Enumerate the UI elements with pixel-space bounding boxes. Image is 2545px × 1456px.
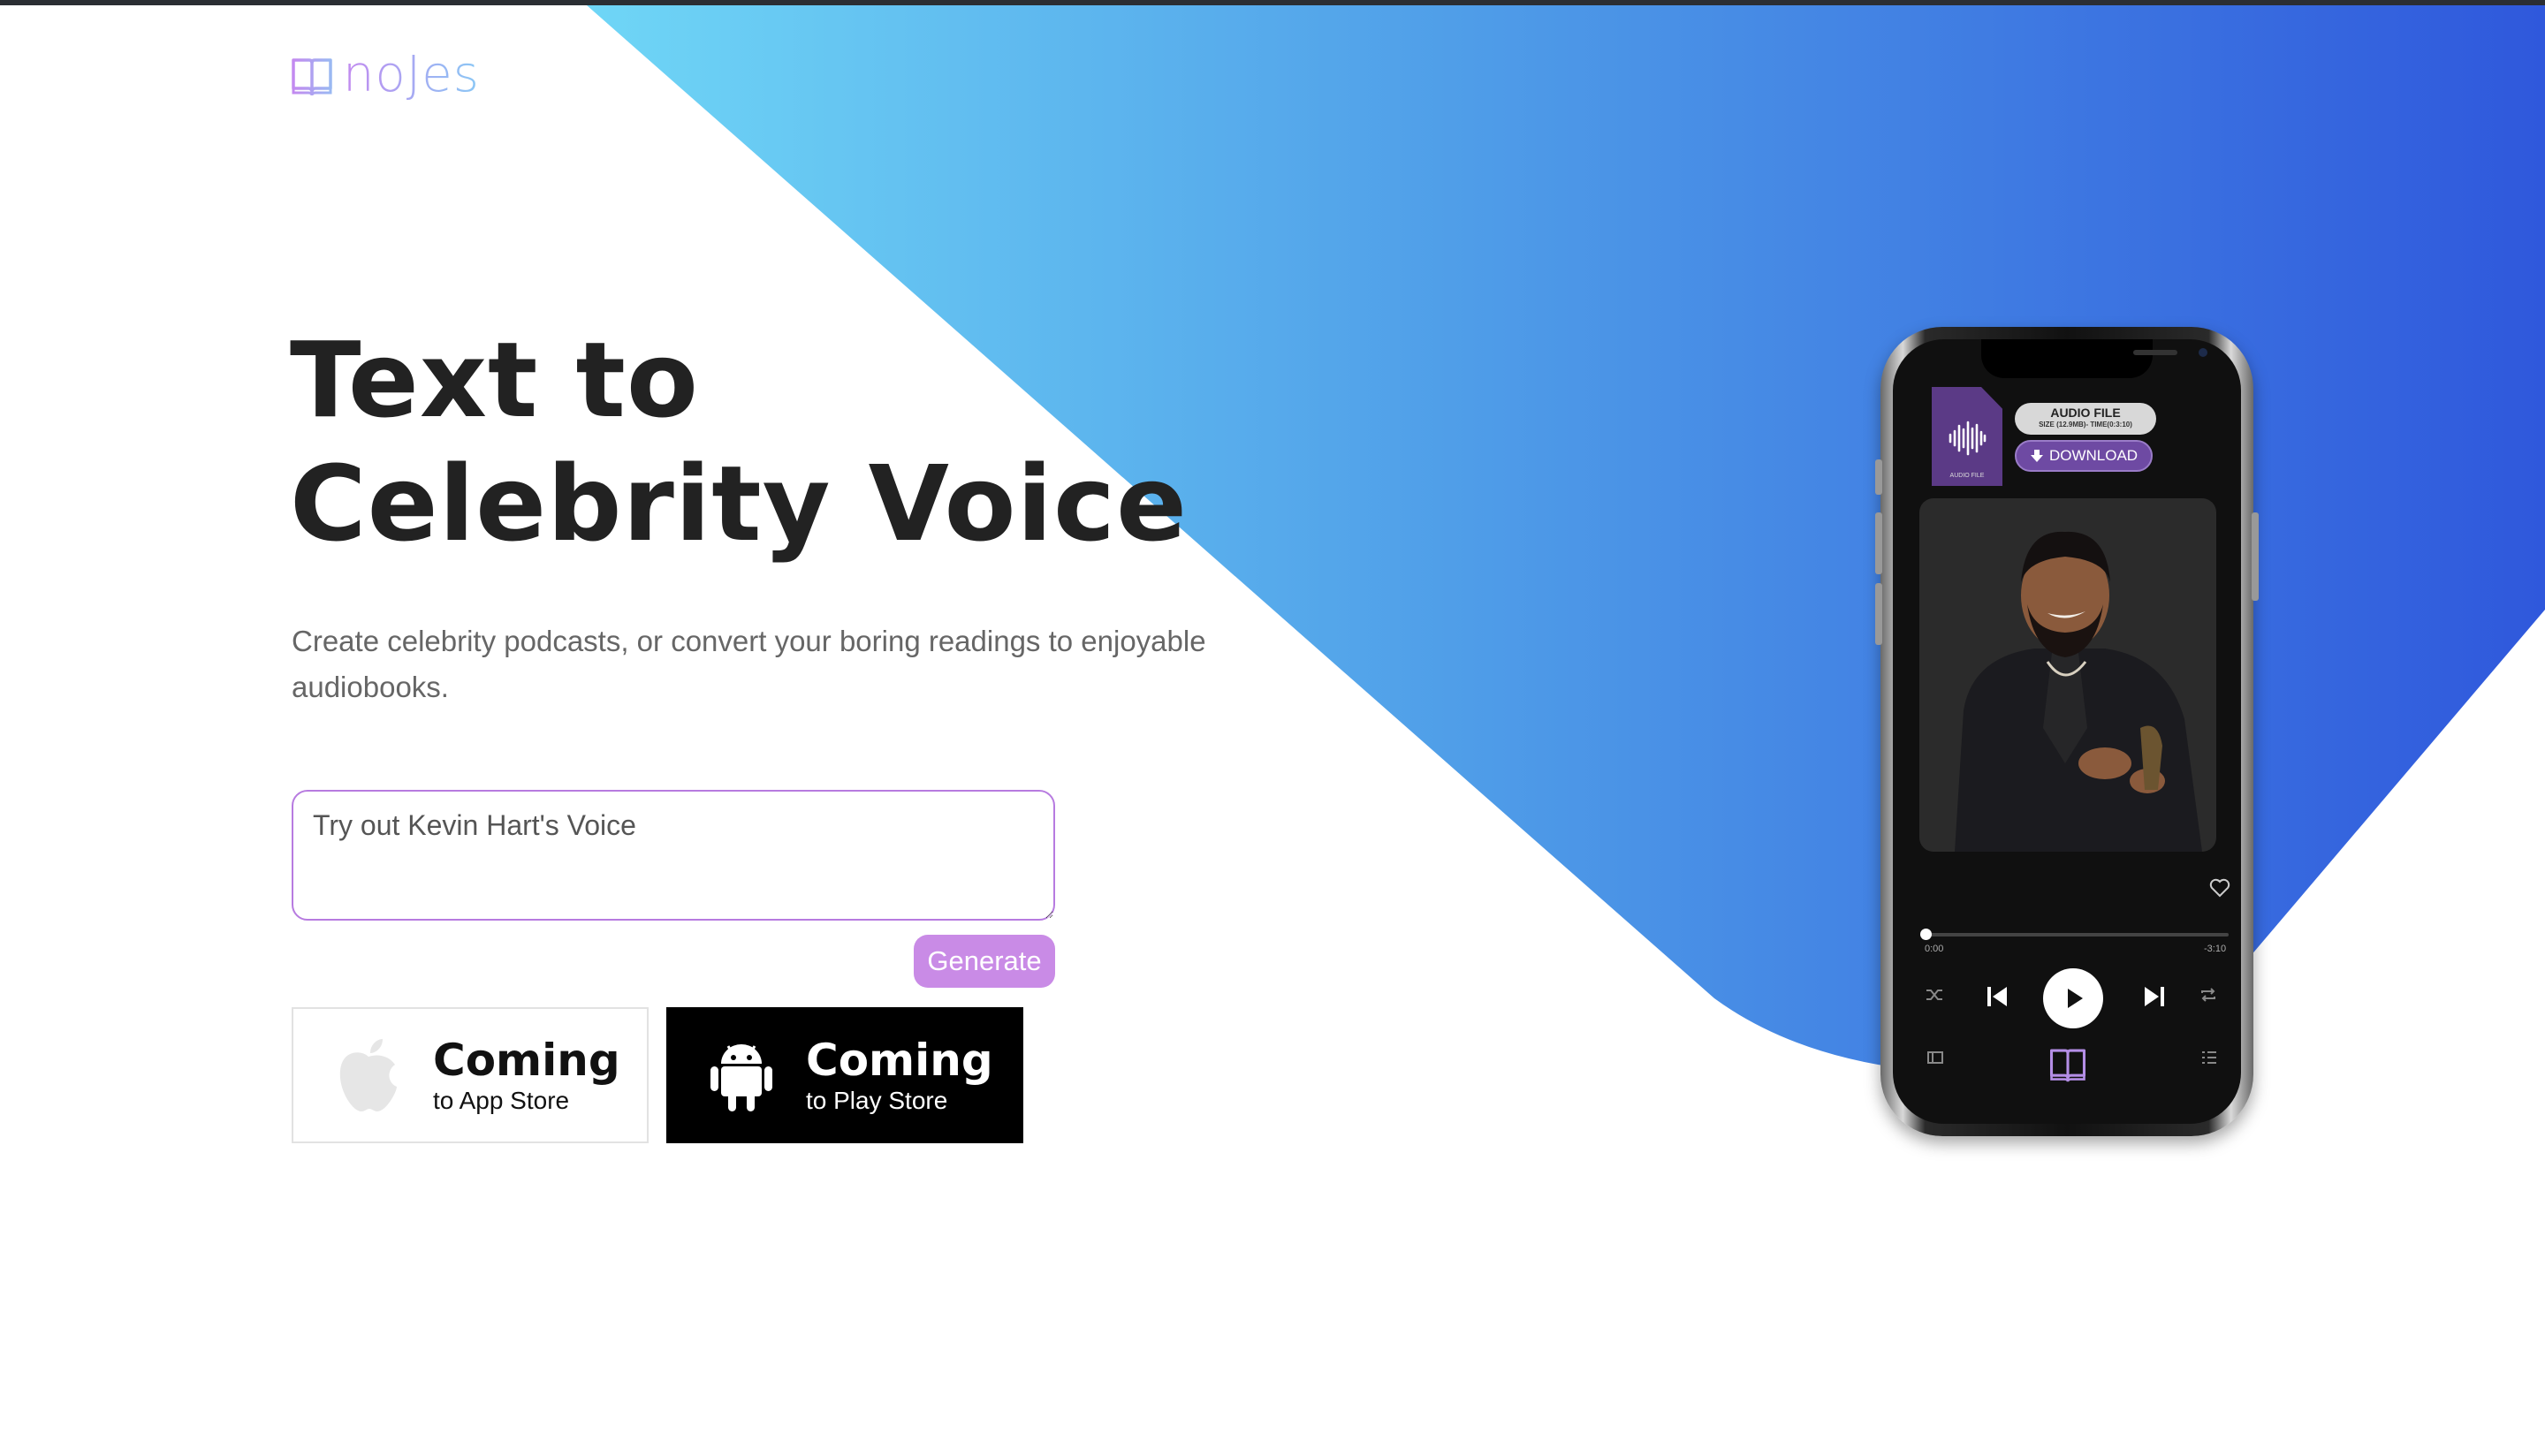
heart-icon[interactable] (2209, 878, 2230, 898)
app-store-heading: Coming (433, 1035, 620, 1086)
audio-meta: SIZE (12.9MB)- TIME(0:3:10) (2039, 421, 2132, 428)
open-book-icon (292, 57, 332, 95)
book-icon[interactable] (2048, 1044, 2087, 1083)
hero-title-line-1: Text to (290, 319, 699, 441)
audio-title: AUDIO FILE (2050, 406, 2121, 420)
android-icon (693, 1037, 790, 1113)
hero-title-line-2: Celebrity Voice (290, 443, 1188, 565)
file-caption: AUDIO FILE (1949, 473, 1985, 479)
play-store-sub: to Play Store (806, 1087, 948, 1114)
hero-subtitle: Create celebrity podcasts, or convert yo… (292, 625, 1206, 703)
shuffle-icon[interactable] (1925, 986, 1944, 1004)
audio-info-pill: AUDIO FILE SIZE (12.9MB)- TIME(0:3:10) (2015, 403, 2156, 435)
next-icon[interactable] (2142, 984, 2167, 1009)
browser-top-edge (0, 0, 2545, 5)
phone-screen: AUDIO FILE AUDIO FILE SIZE (12.9MB)- TIM… (1893, 339, 2241, 1124)
phone-volume-down (1875, 583, 1882, 645)
download-label: DOWNLOAD (2048, 447, 2139, 464)
play-store-badge[interactable]: Coming to Play Store (666, 1007, 1023, 1143)
voice-text-input[interactable] (292, 790, 1055, 921)
celebrity-artwork (1919, 498, 2216, 852)
phone-mute-switch (1875, 459, 1882, 495)
time-remaining: -3:10 (2204, 944, 2227, 954)
play-store-heading: Coming (806, 1035, 993, 1086)
previous-icon[interactable] (1985, 984, 2009, 1009)
phone-power-button (2252, 512, 2259, 601)
brand-logo[interactable]: noJes (290, 46, 480, 103)
app-store-sub: to App Store (433, 1087, 570, 1114)
app-store-badge[interactable]: Coming to App Store (292, 1007, 649, 1143)
generate-button[interactable]: Generate (914, 935, 1055, 988)
phone-speaker (2133, 350, 2177, 355)
library-icon[interactable] (1926, 1050, 1944, 1065)
queue-icon[interactable] (2200, 1050, 2218, 1065)
repeat-icon[interactable] (2199, 986, 2218, 1004)
audio-file-card: AUDIO FILE (1932, 387, 2002, 486)
apple-icon (320, 1037, 417, 1113)
download-button[interactable]: DOWNLOAD (2015, 440, 2153, 472)
landing-page: noJes Text to Celebrity Voice Create cel… (0, 0, 2545, 1456)
playback-progress-bar[interactable] (1920, 929, 2229, 940)
waveform-icon (1949, 421, 1987, 456)
phone-camera (2199, 348, 2207, 357)
play-icon[interactable] (2043, 968, 2103, 1028)
phone-mockup: AUDIO FILE AUDIO FILE SIZE (12.9MB)- TIM… (1875, 327, 2259, 1136)
phone-volume-up (1875, 512, 1882, 574)
hero-title: Text to Celebrity Voice (290, 318, 1188, 565)
time-elapsed: 0:00 (1925, 944, 1944, 954)
download-icon (2030, 450, 2043, 462)
progress-knob[interactable] (1920, 929, 1932, 940)
phone-notch (1981, 339, 2207, 378)
brand-name: noJes (343, 46, 480, 103)
